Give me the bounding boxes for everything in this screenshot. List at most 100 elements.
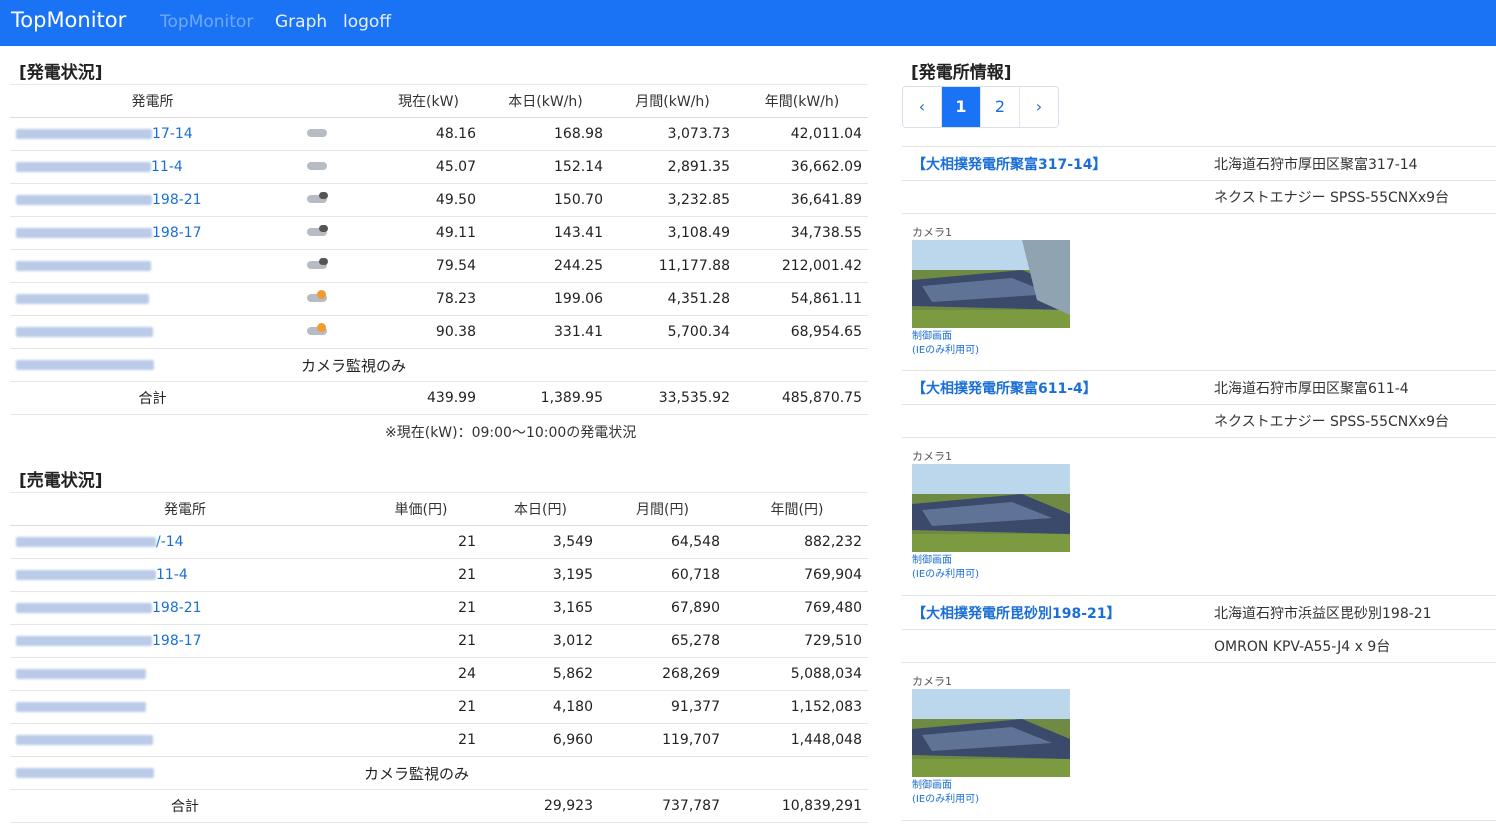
now-cell: 78.23 bbox=[375, 282, 482, 316]
price-cell: 21 bbox=[360, 624, 482, 658]
month-cell: 91,377 bbox=[599, 690, 726, 724]
month-cell: 67,890 bbox=[599, 591, 726, 625]
plant-info-row: ネクストエナジー SPSS-55CNXx9台 bbox=[902, 404, 1496, 438]
plant-link[interactable]: 198-17 bbox=[16, 633, 202, 649]
table-row: 90.38 331.41 5,700.34 68,954.65 bbox=[10, 315, 868, 349]
total-row: 合計 439.99 1,389.95 33,535.92 485,870.75 bbox=[10, 381, 868, 415]
camera-label: カメラ1 bbox=[912, 226, 952, 239]
plant-link[interactable] bbox=[16, 291, 149, 307]
ie-only-note: (IEのみ利用可) bbox=[912, 794, 980, 805]
nav-link-graph[interactable]: Graph bbox=[275, 12, 327, 32]
cloud-icon bbox=[305, 158, 329, 172]
total-today: 1,389.95 bbox=[482, 381, 609, 415]
generation-table: 発電所 現在(kW) 本日(kW/h) 月間(kW/h) 年間(kW/h) 17… bbox=[10, 84, 868, 415]
camera-image[interactable] bbox=[912, 689, 1070, 777]
table-row: 198-17 21 3,012 65,278 729,510 bbox=[10, 624, 868, 658]
plant-link[interactable]: 17-14 bbox=[16, 126, 193, 142]
plant-name-cell: 198-21 bbox=[10, 591, 360, 625]
month-cell: 64,548 bbox=[599, 525, 726, 559]
month-cell: 11,177.88 bbox=[609, 249, 736, 283]
year-cell: 769,480 bbox=[726, 591, 868, 625]
price-cell: 21 bbox=[360, 591, 482, 625]
plant-link[interactable]: /-14 bbox=[16, 534, 184, 550]
control-screen-link[interactable]: 制御画面 bbox=[912, 330, 952, 344]
total-now: 439.99 bbox=[375, 381, 482, 415]
today-cell: 168.98 bbox=[482, 117, 609, 151]
now-cell: 90.38 bbox=[375, 315, 482, 349]
pager-next-button[interactable]: › bbox=[1020, 87, 1058, 127]
weather-cell bbox=[295, 249, 375, 283]
plant-name-cell: 198-17 bbox=[10, 624, 360, 658]
plant-link[interactable]: 11-4 bbox=[16, 567, 188, 583]
weather-cell bbox=[295, 315, 375, 349]
nav-link-logoff[interactable]: logoff bbox=[343, 12, 391, 32]
pager-prev-button[interactable]: ‹ bbox=[903, 87, 942, 127]
now-cell: 45.07 bbox=[375, 150, 482, 184]
plant-link[interactable]: 198-21 bbox=[16, 600, 202, 616]
camera-only-cell: カメラ監視のみ bbox=[295, 348, 868, 382]
month-cell: 119,707 bbox=[599, 723, 726, 757]
year-cell: 212,001.42 bbox=[736, 249, 868, 283]
weather-cell bbox=[295, 117, 375, 151]
plant-link[interactable] bbox=[16, 357, 154, 373]
table-row: 24 5,862 268,269 5,088,034 bbox=[10, 657, 868, 691]
col-header-plant: 発電所 bbox=[10, 84, 295, 118]
pager-page-2[interactable]: 2 bbox=[981, 87, 1020, 127]
plant-info-name[interactable]: 【大相撲発電所聚富611-4】 bbox=[912, 378, 1097, 398]
today-cell: 150.70 bbox=[482, 183, 609, 217]
year-cell: 1,152,083 bbox=[726, 690, 868, 724]
plant-link[interactable] bbox=[16, 258, 151, 274]
brand-logo[interactable]: TopMonitor bbox=[11, 8, 126, 32]
camera-image[interactable] bbox=[912, 464, 1070, 552]
col-header-plant: 発電所 bbox=[10, 492, 360, 526]
plant-name-cell: カメラ監視のみ bbox=[10, 756, 469, 790]
plant-link[interactable]: 198-21 bbox=[16, 192, 202, 208]
price-cell: 21 bbox=[360, 690, 482, 724]
table-row: 21 6,960 119,707 1,448,048 bbox=[10, 723, 868, 757]
table-row: 11-4 45.07 152.14 2,891.35 36,662.09 bbox=[10, 150, 868, 184]
col-header-now: 現在(kW) bbox=[375, 84, 482, 118]
plant-link[interactable] bbox=[16, 699, 146, 715]
control-screen-link[interactable]: 制御画面 bbox=[912, 779, 952, 793]
plant-link[interactable] bbox=[16, 666, 146, 682]
control-screen-link[interactable]: 制御画面 bbox=[912, 554, 952, 568]
table-row: 21 4,180 91,377 1,152,083 bbox=[10, 690, 868, 724]
plant-name-cell: /-14 bbox=[10, 525, 360, 559]
camera-image[interactable] bbox=[912, 240, 1070, 328]
month-cell: 5,700.34 bbox=[609, 315, 736, 349]
plant-info-address: 北海道石狩市厚田区聚富317-14 bbox=[1214, 157, 1418, 173]
now-cell: 49.50 bbox=[375, 183, 482, 217]
year-cell: 34,738.55 bbox=[736, 216, 868, 250]
sales-section-title: [売電状況] bbox=[19, 471, 103, 491]
generation-header-row: 発電所 現在(kW) 本日(kW/h) 月間(kW/h) 年間(kW/h) bbox=[10, 84, 868, 118]
col-header-year: 年間(円) bbox=[726, 492, 868, 526]
nav-link-topmonitor[interactable]: TopMonitor bbox=[160, 12, 253, 32]
generation-note: ※現在(kW)：09:00～10:00の発電状況 bbox=[385, 425, 637, 441]
today-cell: 5,862 bbox=[482, 657, 599, 691]
plant-info-name[interactable]: 【大相撲発電所毘砂別198-21】 bbox=[912, 603, 1121, 623]
plant-name-cell bbox=[10, 249, 295, 283]
month-cell: 65,278 bbox=[599, 624, 726, 658]
col-header-month: 月間(kW/h) bbox=[609, 84, 736, 118]
plant-info-name[interactable]: 【大相撲発電所聚富317-14】 bbox=[912, 154, 1107, 174]
year-cell: 36,641.89 bbox=[736, 183, 868, 217]
plant-link[interactable] bbox=[16, 324, 153, 340]
generation-section-title: [発電状況] bbox=[19, 63, 103, 83]
camera-label: カメラ1 bbox=[912, 450, 952, 463]
plant-link[interactable]: 198-17 bbox=[16, 225, 202, 241]
table-row: 198-21 49.50 150.70 3,232.85 36,641.89 bbox=[10, 183, 868, 217]
plant-link[interactable] bbox=[16, 732, 153, 748]
pager-page-1[interactable]: 1 bbox=[942, 87, 981, 127]
plant-link[interactable]: 11-4 bbox=[16, 159, 183, 175]
plant-link[interactable] bbox=[16, 765, 154, 781]
weather-cell bbox=[295, 282, 375, 316]
today-cell: 6,960 bbox=[482, 723, 599, 757]
today-cell: 3,549 bbox=[482, 525, 599, 559]
today-cell: 3,012 bbox=[482, 624, 599, 658]
total-today: 29,923 bbox=[482, 789, 599, 823]
plant-info-row: 【大相撲発電所毘砂別198-21】 北海道石狩市浜益区毘砂別198-21 bbox=[902, 595, 1496, 630]
plant-info-section-title: [発電所情報] bbox=[911, 63, 1012, 83]
month-cell: 60,718 bbox=[599, 558, 726, 592]
now-cell: 48.16 bbox=[375, 117, 482, 151]
weather-cell bbox=[295, 150, 375, 184]
